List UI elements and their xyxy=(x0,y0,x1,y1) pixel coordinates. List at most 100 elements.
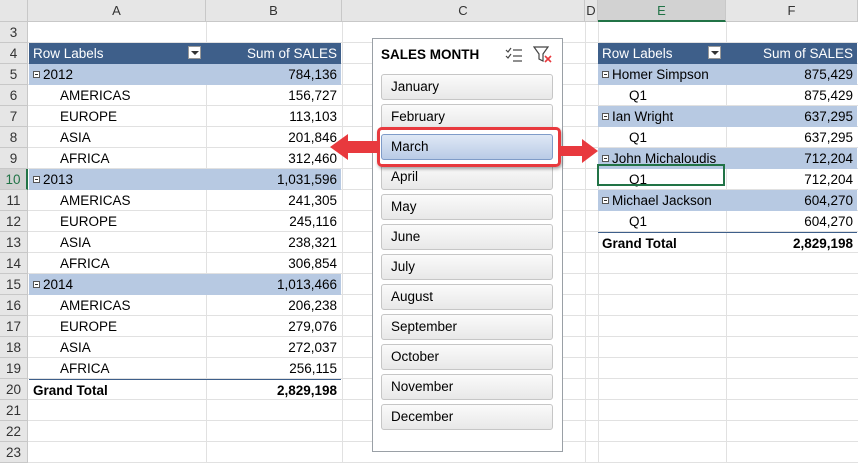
pivot-item-row-text: Q1 xyxy=(629,214,648,229)
pivot-group-row[interactable]: 2012 784,136 xyxy=(29,64,341,85)
pivot-group-row-text: Homer Simpson xyxy=(612,67,709,82)
slicer-item-december[interactable]: December xyxy=(381,404,553,430)
pivot-item-row[interactable]: AMERICAS 206,238 xyxy=(29,295,341,316)
row-header-8[interactable]: 8 xyxy=(0,127,28,148)
slicer-item-may[interactable]: May xyxy=(381,194,553,220)
pivot-item-row-label: EUROPE xyxy=(60,211,117,232)
collapse-icon[interactable] xyxy=(33,281,40,288)
pivot-item-row-value: 241,305 xyxy=(288,193,337,208)
row-header-3[interactable]: 3 xyxy=(0,22,28,43)
active-cell-e10[interactable] xyxy=(597,164,725,186)
pivot-item-row[interactable]: Q1 604,270 xyxy=(598,211,857,232)
pivot-item-row[interactable]: Q1 637,295 xyxy=(598,127,857,148)
pivot-item-row[interactable]: EUROPE 245,116 xyxy=(29,211,341,232)
slicer-item-august[interactable]: August xyxy=(381,284,553,310)
pivot-item-row-text: ASIA xyxy=(60,340,91,355)
column-header-c[interactable]: C xyxy=(342,0,585,22)
pivot-group-row-label: 2012 xyxy=(33,64,73,85)
column-header-a[interactable]: A xyxy=(28,0,206,22)
pivot-item-row[interactable]: ASIA 238,321 xyxy=(29,232,341,253)
pivot-item-row[interactable]: AFRICA 256,115 xyxy=(29,358,341,379)
pivot-item-row-text: AFRICA xyxy=(60,256,110,271)
row-header-22[interactable]: 22 xyxy=(0,421,28,442)
pivot-group-row[interactable]: 2013 1,031,596 xyxy=(29,169,341,190)
pivot-group-row[interactable]: Ian Wright 637,295 xyxy=(598,106,857,127)
pivot-grand-total-row-label: Grand Total xyxy=(602,233,677,253)
row-header-13[interactable]: 13 xyxy=(0,232,28,253)
pivot-header-row[interactable]: Row Labels Sum of SALES xyxy=(598,43,857,64)
pivot-header-row[interactable]: Row Labels Sum of SALES xyxy=(29,43,341,64)
row-header-21[interactable]: 21 xyxy=(0,400,28,421)
slicer-item-october[interactable]: October xyxy=(381,344,553,370)
pivot-item-row-value: 712,204 xyxy=(804,172,853,187)
pivot-item-row-label: AMERICAS xyxy=(60,190,131,211)
row-header-6[interactable]: 6 xyxy=(0,85,28,106)
pivot-item-row[interactable]: EUROPE 279,076 xyxy=(29,316,341,337)
slicer-item-july[interactable]: July xyxy=(381,254,553,280)
column-header-e[interactable]: E xyxy=(598,0,726,22)
pivot-item-row-value: 156,727 xyxy=(288,88,337,103)
pivot-item-row-text: ASIA xyxy=(60,235,91,250)
column-header-d[interactable]: D xyxy=(585,0,598,22)
collapse-icon[interactable] xyxy=(602,71,609,78)
row-header-9[interactable]: 9 xyxy=(0,148,28,169)
pivot-item-row-value: 256,115 xyxy=(289,361,337,376)
pivot-item-row[interactable]: AMERICAS 156,727 xyxy=(29,85,341,106)
slicer-item-september[interactable]: September xyxy=(381,314,553,340)
row-header-5[interactable]: 5 xyxy=(0,64,28,85)
slicer-item-november[interactable]: November xyxy=(381,374,553,400)
row-header-19[interactable]: 19 xyxy=(0,358,28,379)
slicer-item-january[interactable]: January xyxy=(381,74,553,100)
slicer-item-june[interactable]: June xyxy=(381,224,553,250)
row-header-10[interactable]: 10 xyxy=(0,169,28,190)
pivot-item-row[interactable]: ASIA 272,037 xyxy=(29,337,341,358)
pivot-item-row[interactable]: AFRICA 306,854 xyxy=(29,253,341,274)
row-header-14[interactable]: 14 xyxy=(0,253,28,274)
pivot-group-row-label: Michael Jackson xyxy=(602,190,712,211)
column-header-f[interactable]: F xyxy=(726,0,858,22)
pivot-item-row-label: AFRICA xyxy=(60,253,110,274)
pivot-item-row[interactable]: ASIA 201,846 xyxy=(29,127,341,148)
row-header-11[interactable]: 11 xyxy=(0,190,28,211)
pivot-group-row[interactable]: Michael Jackson 604,270 xyxy=(598,190,857,211)
collapse-icon[interactable] xyxy=(33,176,40,183)
pivot-item-row-label: ASIA xyxy=(60,337,91,358)
pivot-item-row-value: 238,321 xyxy=(288,235,337,250)
corner-cell[interactable] xyxy=(0,0,28,22)
collapse-icon[interactable] xyxy=(602,197,609,204)
collapse-icon[interactable] xyxy=(33,71,40,78)
pivot-group-row[interactable]: 2014 1,013,466 xyxy=(29,274,341,295)
slicer-sales-month[interactable]: SALES MONTH January February March April May… xyxy=(372,38,563,452)
row-header-23[interactable]: 23 xyxy=(0,442,28,463)
pivot-item-row[interactable]: EUROPE 113,103 xyxy=(29,106,341,127)
pivot-item-row[interactable]: Q1 875,429 xyxy=(598,85,857,106)
slicer-item-april[interactable]: April xyxy=(381,164,553,190)
filter-dropdown-icon[interactable] xyxy=(188,46,201,59)
collapse-icon[interactable] xyxy=(602,155,609,162)
pivot-group-row-label: 2013 xyxy=(33,169,73,190)
row-header-18[interactable]: 18 xyxy=(0,337,28,358)
row-header-17[interactable]: 17 xyxy=(0,316,28,337)
slicer-item-label: April xyxy=(391,169,419,184)
row-header-7[interactable]: 7 xyxy=(0,106,28,127)
clear-filter-icon[interactable] xyxy=(532,46,553,64)
slicer-item-label: September xyxy=(391,319,458,334)
pivot-item-row-text: EUROPE xyxy=(60,319,118,334)
pivot-group-row-value: 1,031,596 xyxy=(276,172,337,187)
pivot-group-row-label: Ian Wright xyxy=(602,106,673,127)
row-header-15[interactable]: 15 xyxy=(0,274,28,295)
collapse-icon[interactable] xyxy=(602,113,609,120)
filter-dropdown-icon[interactable] xyxy=(708,46,721,59)
row-header-4[interactable]: 4 xyxy=(0,43,28,64)
slicer-item-label: February xyxy=(391,109,446,124)
row-header-20[interactable]: 20 xyxy=(0,379,28,400)
pivot-group-row[interactable]: Homer Simpson 875,429 xyxy=(598,64,857,85)
multi-select-icon[interactable] xyxy=(505,47,523,63)
pivot-grand-total-row[interactable]: Grand Total 2,829,198 xyxy=(29,379,341,400)
row-header-12[interactable]: 12 xyxy=(0,211,28,232)
pivot-item-row[interactable]: AFRICA 312,460 xyxy=(29,148,341,169)
column-header-b[interactable]: B xyxy=(206,0,342,22)
pivot-grand-total-row[interactable]: Grand Total 2,829,198 xyxy=(598,232,857,253)
row-header-16[interactable]: 16 xyxy=(0,295,28,316)
pivot-item-row[interactable]: AMERICAS 241,305 xyxy=(29,190,341,211)
